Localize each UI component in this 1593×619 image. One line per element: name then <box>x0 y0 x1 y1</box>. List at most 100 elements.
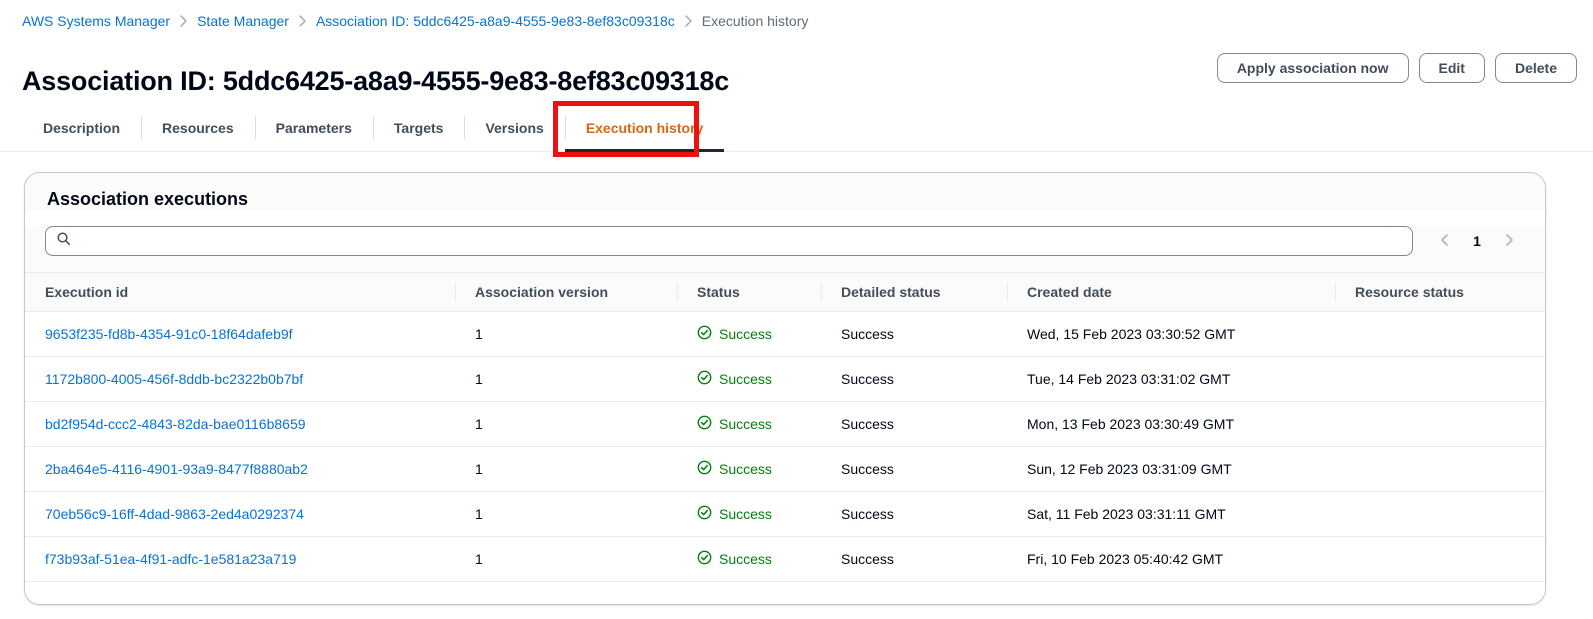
edit-button[interactable]: Edit <box>1418 53 1485 83</box>
cell-association-version: 1 <box>455 356 677 402</box>
cell-execution-id: 2ba464e5-4116-4901-93a9-8477f8880ab2 <box>25 446 455 492</box>
status-label: Success <box>719 326 772 342</box>
card-footer <box>25 582 1545 604</box>
chevron-right-icon <box>298 15 307 27</box>
cell-resource-status <box>1335 311 1545 357</box>
breadcrumb-item-4: Execution history <box>701 13 809 29</box>
page-root: AWS Systems Manager State Manager Associat… <box>0 0 1593 619</box>
cell-association-version: 1 <box>455 536 677 582</box>
execution-id-link[interactable]: 70eb56c9-16ff-4dad-9863-2ed4a0292374 <box>45 506 304 522</box>
success-check-circle-icon <box>697 415 712 433</box>
breadcrumb-item-1[interactable]: AWS Systems Manager <box>22 13 170 29</box>
association-executions-card: Association executions 1 Execution id As… <box>24 172 1546 605</box>
tab-resources[interactable]: Resources <box>141 104 255 151</box>
pagination-next-button[interactable] <box>1493 226 1525 256</box>
cell-created-date: Mon, 13 Feb 2023 03:30:49 GMT <box>1007 401 1335 447</box>
cell-detailed-status: Success <box>821 356 1007 402</box>
cell-execution-id: f73b93af-51ea-4f91-adfc-1e581a23a719 <box>25 536 455 582</box>
cell-created-date: Sat, 11 Feb 2023 03:31:11 GMT <box>1007 491 1335 537</box>
card-header: Association executions <box>25 173 1545 210</box>
execution-id-link[interactable]: 1172b800-4005-456f-8ddb-bc2322b0b7bf <box>45 371 303 387</box>
cell-detailed-status: Success <box>821 536 1007 582</box>
status-label: Success <box>719 461 772 477</box>
cell-execution-id: bd2f954d-ccc2-4843-82da-bae0116b8659 <box>25 401 455 447</box>
delete-button[interactable]: Delete <box>1494 53 1577 83</box>
tab-execution-history[interactable]: Execution history <box>564 104 725 152</box>
cell-status: Success <box>677 446 821 492</box>
breadcrumb-item-3[interactable]: Association ID: 5ddc6425-a8a9-4555-9e83-… <box>316 13 675 29</box>
cell-status: Success <box>677 536 821 582</box>
cell-status: Success <box>677 491 821 537</box>
column-header-status[interactable]: Status <box>677 272 821 312</box>
status-label: Success <box>719 371 772 387</box>
success-check-circle-icon <box>697 370 712 388</box>
breadcrumb-item-2[interactable]: State Manager <box>197 13 289 29</box>
cell-status: Success <box>677 401 821 447</box>
header-actions: Apply association now Edit Delete <box>1216 53 1577 83</box>
column-header-created-date[interactable]: Created date <box>1007 272 1335 312</box>
cell-resource-status <box>1335 446 1545 492</box>
breadcrumb: AWS Systems Manager State Manager Associat… <box>22 13 808 29</box>
table-row: 1172b800-4005-456f-8ddb-bc2322b0b7bf 1 Suc… <box>25 356 1545 402</box>
column-header-association-version[interactable]: Association version <box>455 272 677 312</box>
cell-detailed-status: Success <box>821 401 1007 447</box>
cell-status: Success <box>677 356 821 402</box>
execution-id-link[interactable]: f73b93af-51ea-4f91-adfc-1e581a23a719 <box>45 551 296 567</box>
table-header: Execution id Association version Status … <box>25 272 1545 312</box>
table-header-row: Execution id Association version Status … <box>25 272 1545 312</box>
cell-created-date: Wed, 15 Feb 2023 03:30:52 GMT <box>1007 311 1335 357</box>
cell-detailed-status: Success <box>821 311 1007 357</box>
table-row: f73b93af-51ea-4f91-adfc-1e581a23a719 1 Suc… <box>25 536 1545 582</box>
column-header-resource-status[interactable]: Resource status <box>1335 272 1545 312</box>
chevron-right-icon <box>1501 232 1517 251</box>
pagination: 1 <box>1429 226 1525 256</box>
chevron-right-icon <box>684 15 693 27</box>
success-check-circle-icon <box>697 550 712 568</box>
tab-description[interactable]: Description <box>22 104 141 151</box>
cell-detailed-status: Success <box>821 491 1007 537</box>
page-title: Association ID: 5ddc6425-a8a9-4555-9e83-… <box>22 66 730 97</box>
cell-resource-status <box>1335 491 1545 537</box>
filter-row: 1 <box>25 226 1545 272</box>
chevron-left-icon <box>1437 232 1453 251</box>
success-check-circle-icon <box>697 505 712 523</box>
tab-targets[interactable]: Targets <box>372 104 465 151</box>
table-body: 9653f235-fd8b-4354-91c0-18f64dafeb9f 1 Suc… <box>25 311 1545 582</box>
cell-association-version: 1 <box>455 311 677 357</box>
table-row: 9653f235-fd8b-4354-91c0-18f64dafeb9f 1 Suc… <box>25 311 1545 357</box>
tab-versions[interactable]: Versions <box>464 104 564 151</box>
panel-title: Association executions <box>47 189 249 209</box>
pagination-prev-button[interactable] <box>1429 226 1461 256</box>
table-row: 2ba464e5-4116-4901-93a9-8477f8880ab2 1 Suc… <box>25 446 1545 492</box>
cell-created-date: Fri, 10 Feb 2023 05:40:42 GMT <box>1007 536 1335 582</box>
column-header-execution-id[interactable]: Execution id <box>25 272 455 312</box>
cell-execution-id: 9653f235-fd8b-4354-91c0-18f64dafeb9f <box>25 311 455 357</box>
cell-status: Success <box>677 311 821 357</box>
cell-execution-id: 70eb56c9-16ff-4dad-9863-2ed4a0292374 <box>25 491 455 537</box>
page-header: Association ID: 5ddc6425-a8a9-4555-9e83-… <box>0 48 1593 96</box>
success-check-circle-icon <box>697 325 712 343</box>
execution-id-link[interactable]: 2ba464e5-4116-4901-93a9-8477f8880ab2 <box>45 461 308 477</box>
tab-bar: Description Resources Parameters Targets Ver… <box>0 104 1593 152</box>
status-label: Success <box>719 506 772 522</box>
cell-detailed-status: Success <box>821 446 1007 492</box>
cell-resource-status <box>1335 356 1545 402</box>
apply-association-now-button[interactable]: Apply association now <box>1216 53 1409 83</box>
column-header-detailed-status[interactable]: Detailed status <box>821 272 1007 312</box>
executions-table: Execution id Association version Status … <box>25 272 1545 582</box>
cell-association-version: 1 <box>455 401 677 447</box>
search-input[interactable] <box>79 228 1412 254</box>
status-label: Success <box>719 416 772 432</box>
search-box[interactable] <box>45 226 1413 256</box>
execution-id-link[interactable]: 9653f235-fd8b-4354-91c0-18f64dafeb9f <box>45 326 293 342</box>
chevron-right-icon <box>179 15 188 27</box>
execution-id-link[interactable]: bd2f954d-ccc2-4843-82da-bae0116b8659 <box>45 416 306 432</box>
cell-resource-status <box>1335 536 1545 582</box>
status-label: Success <box>719 551 772 567</box>
search-icon <box>46 231 79 251</box>
cell-created-date: Sun, 12 Feb 2023 03:31:09 GMT <box>1007 446 1335 492</box>
success-check-circle-icon <box>697 460 712 478</box>
pagination-page-1[interactable]: 1 <box>1463 226 1491 256</box>
tab-parameters[interactable]: Parameters <box>254 104 373 151</box>
cell-association-version: 1 <box>455 446 677 492</box>
